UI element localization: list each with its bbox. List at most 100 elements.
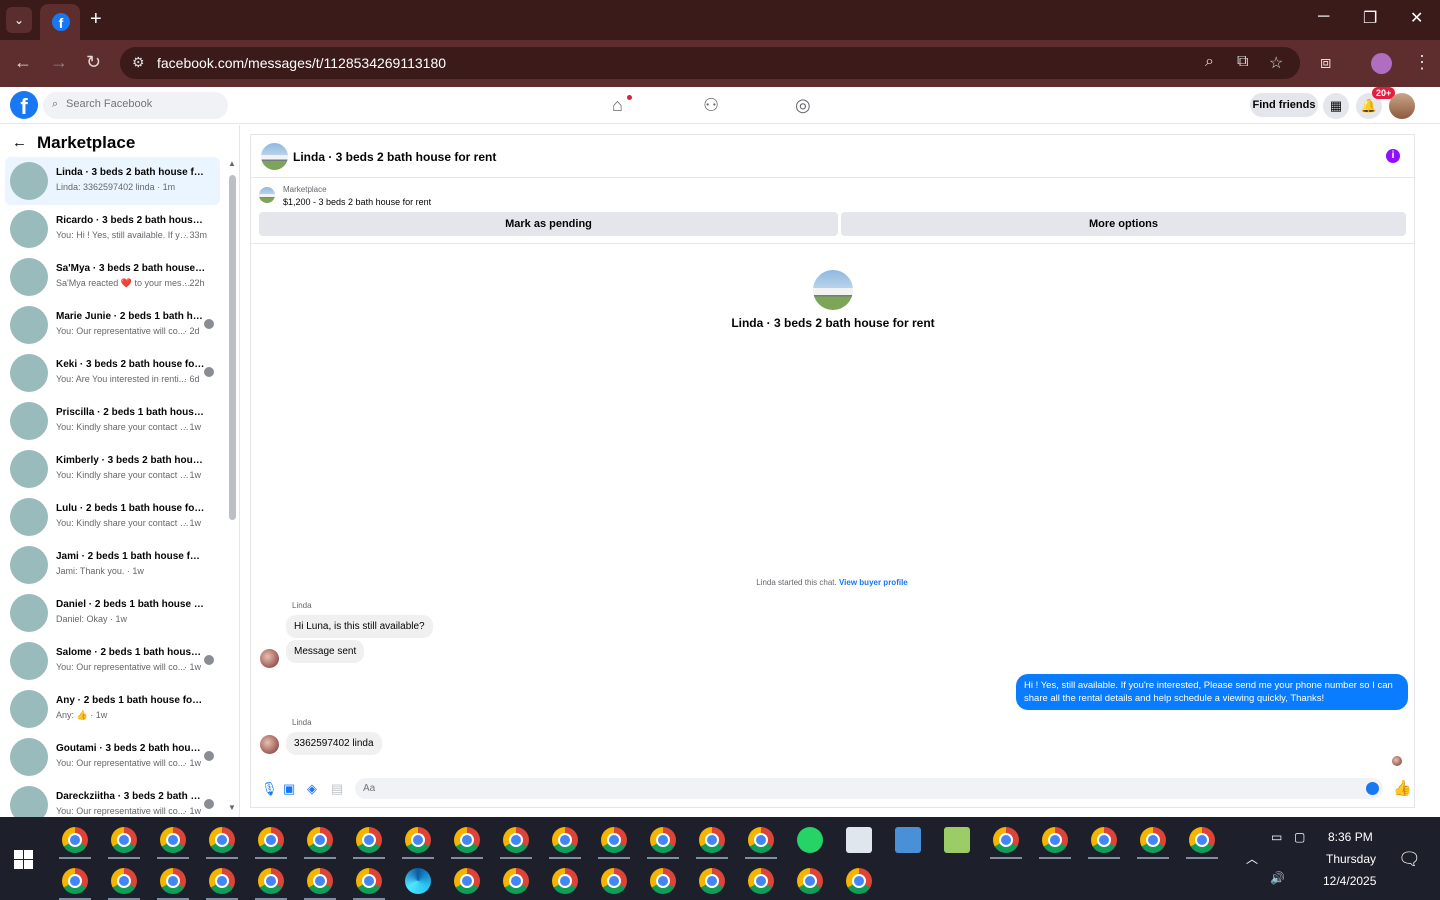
chrome-taskbar-icon[interactable]: [160, 827, 186, 853]
chrome-taskbar-icon[interactable]: [356, 827, 382, 853]
site-settings-icon[interactable]: ⚙: [132, 54, 145, 71]
facebook-search-box[interactable]: ⌕: [43, 92, 228, 119]
chrome-taskbar-icon[interactable]: [62, 827, 88, 853]
sender-avatar[interactable]: [260, 649, 279, 668]
chrome-taskbar-icon[interactable]: [454, 827, 480, 853]
home-icon[interactable]: ⌂: [612, 95, 623, 116]
incoming-message-bubble[interactable]: 3362597402 linda: [286, 732, 382, 755]
contacts-taskbar-icon[interactable]: [846, 827, 872, 853]
forward-arrow-icon[interactable]: →: [50, 52, 68, 73]
keyboard-taskbar-icon[interactable]: [895, 827, 921, 853]
chrome-taskbar-icon[interactable]: [209, 868, 235, 894]
address-bar[interactable]: ⚙ facebook.com/messages/t/11285342691131…: [120, 47, 1300, 79]
sticker-icon[interactable]: ◈: [307, 781, 317, 797]
chrome-taskbar-icon[interactable]: [454, 868, 480, 894]
chrome-taskbar-icon[interactable]: [650, 868, 676, 894]
chrome-taskbar-icon[interactable]: [503, 827, 529, 853]
tray-overflow-chevron-icon[interactable]: ︿: [1246, 850, 1258, 867]
friends-icon[interactable]: ⚇: [703, 95, 719, 116]
zoom-icon[interactable]: ⌕: [1205, 53, 1214, 71]
browser-menu-icon[interactable]: ⋮: [1413, 52, 1431, 73]
clock-date[interactable]: 12/4/2025: [1323, 874, 1376, 888]
url-text[interactable]: facebook.com/messages/t/1128534269113180: [157, 55, 446, 71]
thumbs-up-icon[interactable]: 👍: [1393, 779, 1412, 797]
conversation-item[interactable]: Salome · 2 beds 1 bath house for rent You…: [5, 637, 220, 685]
sender-avatar[interactable]: [260, 735, 279, 754]
scroll-up-icon[interactable]: ▲: [228, 159, 236, 168]
chrome-taskbar-icon[interactable]: [650, 827, 676, 853]
install-app-icon[interactable]: ⧉: [1237, 53, 1248, 71]
chrome-taskbar-icon[interactable]: [111, 827, 137, 853]
photo-icon[interactable]: ▣: [283, 781, 295, 797]
conversation-item[interactable]: Linda · 3 beds 2 bath house for rent Lind…: [5, 157, 220, 205]
emoji-icon[interactable]: [1366, 782, 1379, 795]
incoming-message-bubble[interactable]: Message sent: [286, 640, 365, 663]
chrome-taskbar-icon[interactable]: [993, 827, 1019, 853]
conversation-item[interactable]: Kimberly · 3 beds 2 bath house for rent Y…: [5, 445, 220, 493]
conversation-item[interactable]: Marie Junie · 2 beds 1 bath house for re…: [5, 301, 220, 349]
chrome-taskbar-icon[interactable]: [503, 868, 529, 894]
chrome-taskbar-icon[interactable]: [111, 868, 137, 894]
listing-small-thumbnail[interactable]: [259, 187, 275, 203]
chrome-taskbar-icon[interactable]: [552, 868, 578, 894]
scroll-down-icon[interactable]: ▼: [228, 803, 236, 812]
chrome-taskbar-icon[interactable]: [62, 868, 88, 894]
groups-icon[interactable]: ◎: [795, 95, 811, 116]
chrome-taskbar-icon[interactable]: [258, 827, 284, 853]
gif-icon[interactable]: ▤: [331, 781, 343, 797]
network-icon[interactable]: ▢: [1294, 830, 1305, 844]
clock-day[interactable]: Thursday: [1326, 852, 1376, 866]
chrome-taskbar-icon[interactable]: [356, 868, 382, 894]
volume-icon[interactable]: 🔊: [1270, 871, 1285, 885]
browser-tab-facebook[interactable]: f: [40, 4, 80, 40]
info-icon[interactable]: i: [1386, 149, 1400, 163]
chrome-taskbar-icon[interactable]: [307, 827, 333, 853]
conversation-item[interactable]: Jami · 2 beds 1 bath house for rent Jami:…: [5, 541, 220, 589]
outgoing-message-bubble[interactable]: Hi ! Yes, still available. If you're int…: [1016, 674, 1408, 710]
account-avatar[interactable]: [1389, 93, 1415, 119]
chrome-taskbar-icon[interactable]: [601, 827, 627, 853]
conversation-item[interactable]: Ricardo · 3 beds 2 bath house for rent Yo…: [5, 205, 220, 253]
chrome-taskbar-icon[interactable]: [748, 827, 774, 853]
extensions-icon[interactable]: ⧈: [1320, 52, 1331, 73]
chrome-taskbar-icon[interactable]: [601, 868, 627, 894]
mark-as-pending-button[interactable]: Mark as pending: [259, 212, 838, 236]
chrome-taskbar-icon[interactable]: [1140, 827, 1166, 853]
back-arrow-icon[interactable]: ←: [12, 134, 27, 151]
browser-profile-avatar[interactable]: [1371, 53, 1392, 74]
chrome-taskbar-icon[interactable]: [1042, 827, 1068, 853]
conversation-item[interactable]: Keki · 3 beds 2 bath house for rent You: …: [5, 349, 220, 397]
chrome-taskbar-icon[interactable]: [1091, 827, 1117, 853]
conversation-item[interactable]: Priscilla · 2 beds 1 bath house for rent…: [5, 397, 220, 445]
minimize-button[interactable]: ─: [1318, 8, 1329, 26]
chrome-taskbar-icon[interactable]: [846, 868, 872, 894]
chrome-taskbar-icon[interactable]: [307, 868, 333, 894]
new-tab-button[interactable]: +: [90, 8, 102, 31]
chrome-taskbar-icon[interactable]: [748, 868, 774, 894]
sidebar-scrollbar[interactable]: [229, 175, 236, 520]
conversation-item[interactable]: Lulu · 2 beds 1 bath house for rent You: …: [5, 493, 220, 541]
chrome-taskbar-icon[interactable]: [552, 827, 578, 853]
listing-description[interactable]: $1,200 - 3 beds 2 bath house for rent: [283, 197, 431, 207]
back-arrow-icon[interactable]: ←: [14, 52, 32, 73]
chrome-taskbar-icon[interactable]: [1189, 827, 1215, 853]
chrome-taskbar-icon[interactable]: [699, 868, 725, 894]
reload-icon[interactable]: ↻: [86, 52, 101, 73]
chrome-taskbar-icon[interactable]: [405, 827, 431, 853]
conversation-item[interactable]: Daniel · 2 beds 1 bath house for rent Dan…: [5, 589, 220, 637]
chrome-taskbar-icon[interactable]: [699, 827, 725, 853]
find-friends-button[interactable]: Find friends: [1250, 93, 1318, 117]
edge-taskbar-icon[interactable]: [405, 868, 431, 894]
action-center-icon[interactable]: 🗨: [1398, 849, 1421, 870]
incoming-message-bubble[interactable]: Hi Luna, is this still available?: [286, 615, 433, 638]
chrome-taskbar-icon[interactable]: [258, 868, 284, 894]
bookmark-star-icon[interactable]: ☆: [1269, 53, 1283, 73]
chrome-taskbar-icon[interactable]: [160, 868, 186, 894]
tab-search-button[interactable]: ⌄: [6, 7, 32, 33]
windows-start-icon[interactable]: [14, 850, 33, 869]
chrome-taskbar-icon[interactable]: [209, 827, 235, 853]
page-scrollbar[interactable]: [1424, 125, 1440, 817]
message-input[interactable]: [355, 778, 1383, 799]
facebook-logo-icon[interactable]: f: [10, 91, 38, 119]
restore-button[interactable]: ❐: [1363, 8, 1377, 28]
